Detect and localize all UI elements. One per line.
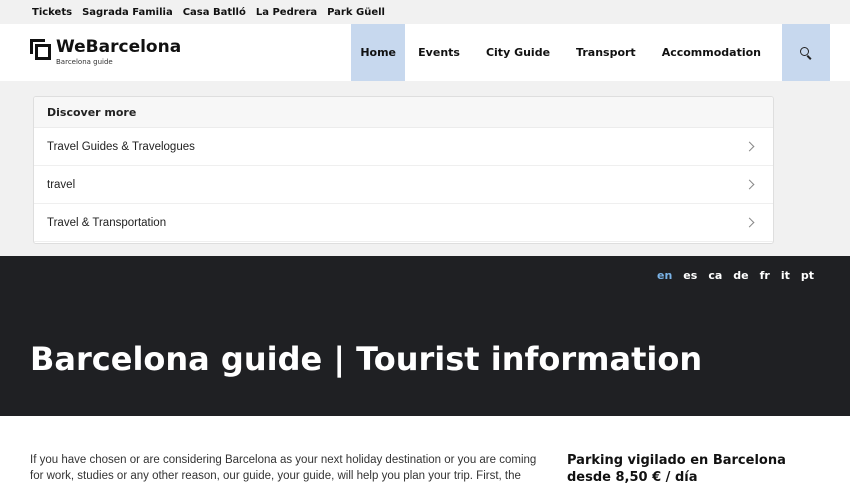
lang-es[interactable]: es: [683, 269, 697, 282]
main-nav: Home Events City Guide Transport Accommo…: [351, 24, 850, 81]
chevron-right-icon: [744, 217, 755, 228]
site-header: WeBarcelona Barcelona guide Home Events …: [0, 24, 850, 82]
logo-icon: [30, 39, 51, 60]
intro-paragraph: If you have chosen or are considering Ba…: [30, 454, 537, 482]
lang-en[interactable]: en: [657, 269, 672, 282]
lang-ca[interactable]: ca: [708, 269, 722, 282]
toplink-la-pedrera[interactable]: La Pedrera: [256, 7, 317, 18]
nav-transport[interactable]: Transport: [563, 24, 649, 81]
parking-ad-title[interactable]: Parking vigilado en Barcelona desde 8,50…: [567, 452, 827, 486]
logo-title: WeBarcelona: [56, 37, 182, 57]
toplink-park-guell[interactable]: Park Güell: [327, 7, 385, 18]
lang-it[interactable]: it: [781, 269, 790, 282]
nav-events[interactable]: Events: [405, 24, 473, 81]
discover-section: Discover more Travel Guides & Travelogue…: [0, 81, 850, 256]
toplink-tickets[interactable]: Tickets: [32, 7, 72, 18]
toplink-casa-batllo[interactable]: Casa Batlló: [183, 7, 246, 18]
chevron-right-icon: [744, 179, 755, 190]
search-button[interactable]: [782, 24, 830, 81]
discover-item-label: Travel & Transportation: [47, 216, 167, 229]
logo-text: WeBarcelona Barcelona guide: [56, 38, 181, 66]
side-gutter: [777, 81, 830, 256]
language-switcher: en es ca de fr it pt: [657, 269, 814, 282]
nav-city-guide[interactable]: City Guide: [473, 24, 563, 81]
lang-de[interactable]: de: [733, 269, 748, 282]
page-title: Barcelona guide | Tourist information: [30, 340, 703, 378]
logo-subtitle: Barcelona guide: [56, 58, 113, 66]
chevron-right-icon: [744, 141, 755, 152]
toplink-sagrada-familia[interactable]: Sagrada Familia: [82, 7, 173, 18]
discover-item-transportation[interactable]: Travel & Transportation: [34, 204, 773, 242]
discover-heading: Discover more: [34, 97, 773, 128]
discover-item-label: Travel Guides & Travelogues: [47, 140, 195, 153]
lang-pt[interactable]: pt: [801, 269, 814, 282]
lang-fr[interactable]: fr: [760, 269, 770, 282]
discover-item-label: travel: [47, 178, 76, 191]
nav-home[interactable]: Home: [351, 24, 406, 81]
site-logo[interactable]: WeBarcelona Barcelona guide: [30, 38, 181, 66]
discover-item-travel[interactable]: travel: [34, 166, 773, 204]
discover-box: Discover more Travel Guides & Travelogue…: [33, 96, 774, 244]
discover-item-travel-guides[interactable]: Travel Guides & Travelogues: [34, 128, 773, 166]
nav-accommodation[interactable]: Accommodation: [649, 24, 774, 81]
top-links-bar: Tickets Sagrada Familia Casa Batlló La P…: [0, 0, 850, 24]
search-icon: [800, 46, 812, 60]
hero-banner: en es ca de fr it pt Barcelona guide | T…: [0, 256, 850, 416]
